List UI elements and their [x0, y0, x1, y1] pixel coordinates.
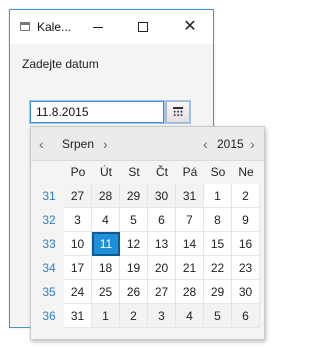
calendar-day[interactable]: 6	[232, 304, 260, 328]
weekday-header: So	[210, 165, 226, 179]
week-number: 32	[42, 213, 56, 227]
calendar-icon	[173, 107, 183, 117]
calendar-day[interactable]: 3	[148, 304, 176, 328]
prev-month-button[interactable]: ‹	[39, 136, 44, 152]
calendar-day[interactable]: 11	[92, 232, 120, 256]
calendar-day[interactable]: 14	[176, 232, 204, 256]
calendar-day[interactable]: 5	[120, 208, 148, 232]
calendar-week-row: 31 27 28 29 30 31 1 2	[31, 184, 264, 208]
calendar-day[interactable]: 28	[92, 184, 120, 208]
minimize-icon	[93, 27, 103, 28]
calendar-day[interactable]: 6	[148, 208, 176, 232]
calendar-week-row: 34 17 18 19 20 21 22 23	[31, 256, 264, 280]
calendar-day[interactable]: 4	[92, 208, 120, 232]
calendar-day[interactable]: 31	[64, 304, 92, 328]
minimize-button[interactable]	[88, 18, 108, 36]
calendar-day[interactable]: 16	[232, 232, 260, 256]
calendar-toggle-button[interactable]	[166, 101, 190, 123]
calendar-day[interactable]: 28	[176, 280, 204, 304]
week-number: 33	[42, 237, 56, 251]
weekday-header: Po	[70, 165, 86, 179]
calendar-day[interactable]: 19	[120, 256, 148, 280]
week-number: 35	[42, 285, 56, 299]
weekday-header-row: Po Út St Čt Pá So Ne	[31, 160, 264, 184]
calendar-day[interactable]: 2	[120, 304, 148, 328]
weekday-header: Pá	[182, 165, 198, 179]
calendar-day[interactable]: 29	[204, 280, 232, 304]
weekday-header: Čt	[156, 165, 168, 179]
next-year-button[interactable]: ›	[250, 136, 255, 152]
calendar-day[interactable]: 21	[176, 256, 204, 280]
calendar-day[interactable]: 25	[92, 280, 120, 304]
calendar-day[interactable]: 27	[64, 184, 92, 208]
calendar-day[interactable]: 4	[176, 304, 204, 328]
calendar-day[interactable]: 13	[148, 232, 176, 256]
date-label: Zadejte datum	[22, 57, 99, 71]
year-label: 2015	[217, 137, 244, 151]
calendar-day[interactable]: 2	[232, 184, 260, 208]
calendar-nav: ‹ Srpen › ‹ 2015 ›	[31, 127, 264, 161]
calendar-day[interactable]: 23	[232, 256, 260, 280]
calendar-day[interactable]: 1	[92, 304, 120, 328]
calendar-week-row: 32 3 4 5 6 7 8 9	[31, 208, 264, 232]
calendar-day[interactable]: 24	[64, 280, 92, 304]
calendar-day[interactable]: 18	[92, 256, 120, 280]
calendar-day[interactable]: 9	[232, 208, 260, 232]
weekday-header: Út	[100, 165, 112, 179]
calendar-day[interactable]: 30	[232, 280, 260, 304]
close-button[interactable]: ✕	[180, 18, 200, 36]
calendar-day[interactable]: 22	[204, 256, 232, 280]
calendar-day[interactable]: 30	[148, 184, 176, 208]
date-picker-popup: ‹ Srpen › ‹ 2015 › Po Út St Čt Pá So Ne 31 27 28 2…	[30, 126, 265, 340]
window-title: Kale...	[37, 20, 72, 34]
app-icon	[20, 22, 30, 31]
calendar-day[interactable]: 27	[148, 280, 176, 304]
calendar-day[interactable]: 3	[64, 208, 92, 232]
prev-year-button[interactable]: ‹	[203, 136, 208, 152]
calendar-day[interactable]: 20	[148, 256, 176, 280]
maximize-icon	[138, 22, 148, 32]
maximize-button[interactable]	[133, 18, 153, 36]
calendar-day[interactable]: 29	[120, 184, 148, 208]
week-number: 34	[42, 261, 56, 275]
title-bar[interactable]: Kale... ✕	[10, 10, 213, 44]
next-month-button[interactable]: ›	[103, 136, 108, 152]
calendar-day[interactable]: 12	[120, 232, 148, 256]
calendar-day[interactable]: 1	[204, 184, 232, 208]
week-number: 31	[42, 189, 56, 203]
calendar-week-row: 35 24 25 26 27 28 29 30	[31, 280, 264, 304]
calendar-day[interactable]: 17	[64, 256, 92, 280]
weekday-header: Ne	[238, 165, 254, 179]
calendar-day[interactable]: 15	[204, 232, 232, 256]
calendar-day[interactable]: 31	[176, 184, 204, 208]
calendar-week-row: 33 10 11 12 13 14 15 16	[31, 232, 264, 256]
calendar-day[interactable]: 8	[204, 208, 232, 232]
week-number: 36	[42, 309, 56, 323]
calendar-day[interactable]: 10	[64, 232, 92, 256]
close-icon: ✕	[183, 18, 197, 35]
weekday-header: St	[128, 165, 140, 179]
calendar-day[interactable]: 5	[204, 304, 232, 328]
date-input-value: 11.8.2015	[36, 105, 89, 119]
date-input[interactable]: 11.8.2015	[30, 101, 164, 123]
month-label: Srpen	[62, 137, 95, 151]
calendar-day[interactable]: 26	[120, 280, 148, 304]
calendar-day[interactable]: 7	[176, 208, 204, 232]
calendar-week-row: 36 31 1 2 3 4 5 6	[31, 304, 264, 328]
